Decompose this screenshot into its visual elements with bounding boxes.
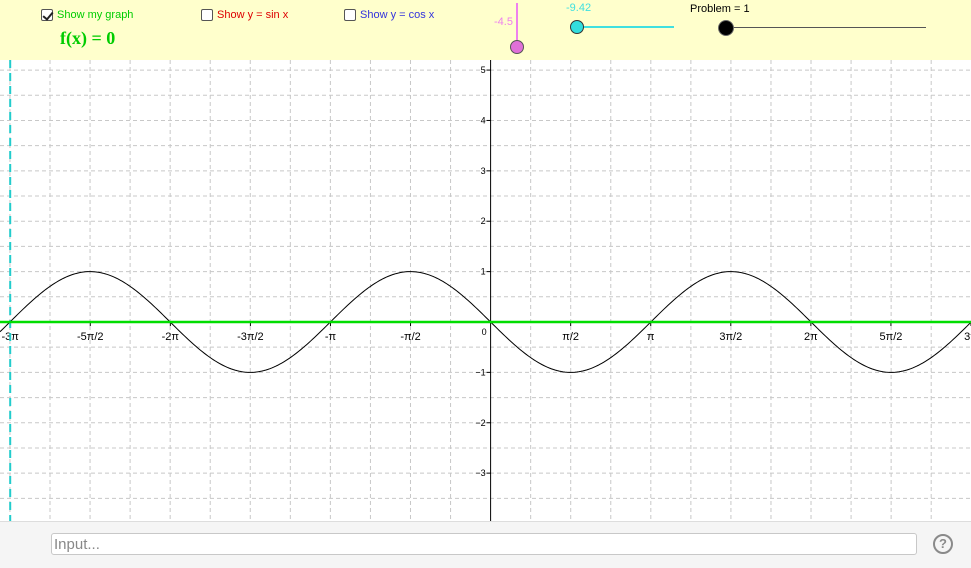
checkbox-checked-icon[interactable] [41,9,53,21]
problem-slider-knob[interactable] [718,20,734,36]
graph-view[interactable]: -3π-5π/2-2π-3π/2-π-π/2π/2π3π/22π5π/23π54… [0,60,971,521]
show-cos-checkbox[interactable]: Show y = cos x [344,9,434,21]
x-tick-label: π [647,331,655,343]
problem-slider-label: Problem = 1 [690,3,750,15]
vertical-slider-knob[interactable] [510,40,524,54]
checkbox-unchecked-icon[interactable] [344,9,356,21]
y-tick-label: 1 [481,267,486,277]
y-tick-label: 2 [481,216,486,226]
horizontal-slider-knob[interactable] [570,20,584,34]
show-cos-label: Show y = cos x [360,9,435,21]
function-formula: f(x) = 0 [60,28,116,48]
y-tick-label: −2 [475,418,485,428]
checkbox-unchecked-icon[interactable] [201,9,213,21]
help-icon[interactable]: ? [933,534,953,554]
show-my-graph-label: Show my graph [57,9,134,21]
top-control-panel: Show my graph Show y = sin x Show y = co… [0,0,971,60]
y-tick-label: 5 [481,65,486,75]
problem-slider-track[interactable] [726,27,926,28]
y-tick-label: −1 [475,367,485,377]
show-my-graph-checkbox[interactable]: Show my graph [41,9,133,21]
x-tick-label: -2π [162,331,180,343]
horizontal-slider-track[interactable] [577,26,674,28]
x-tick-label: -π/2 [400,331,420,343]
y-tick-label: 3 [481,166,486,176]
vertical-slider-value: -4.5 [494,16,513,28]
show-sin-label: Show y = sin x [217,9,289,21]
x-tick-label: -3π/2 [237,331,264,343]
origin-label: 0 [482,327,487,337]
horizontal-slider-value: -9.42 [566,2,592,14]
x-tick-label: -π [325,331,337,343]
y-tick-label: −3 [475,468,485,478]
x-tick-label: -5π/2 [77,331,104,343]
algebra-input-field[interactable] [51,533,917,555]
show-sin-checkbox[interactable]: Show y = sin x [201,9,288,21]
x-tick-label: π/2 [562,331,579,343]
x-tick-label: 3π [964,331,971,343]
x-tick-label: 2π [804,331,818,343]
x-tick-label: 3π/2 [719,331,742,343]
x-tick-label: 5π/2 [879,331,902,343]
y-tick-label: 4 [481,115,486,125]
